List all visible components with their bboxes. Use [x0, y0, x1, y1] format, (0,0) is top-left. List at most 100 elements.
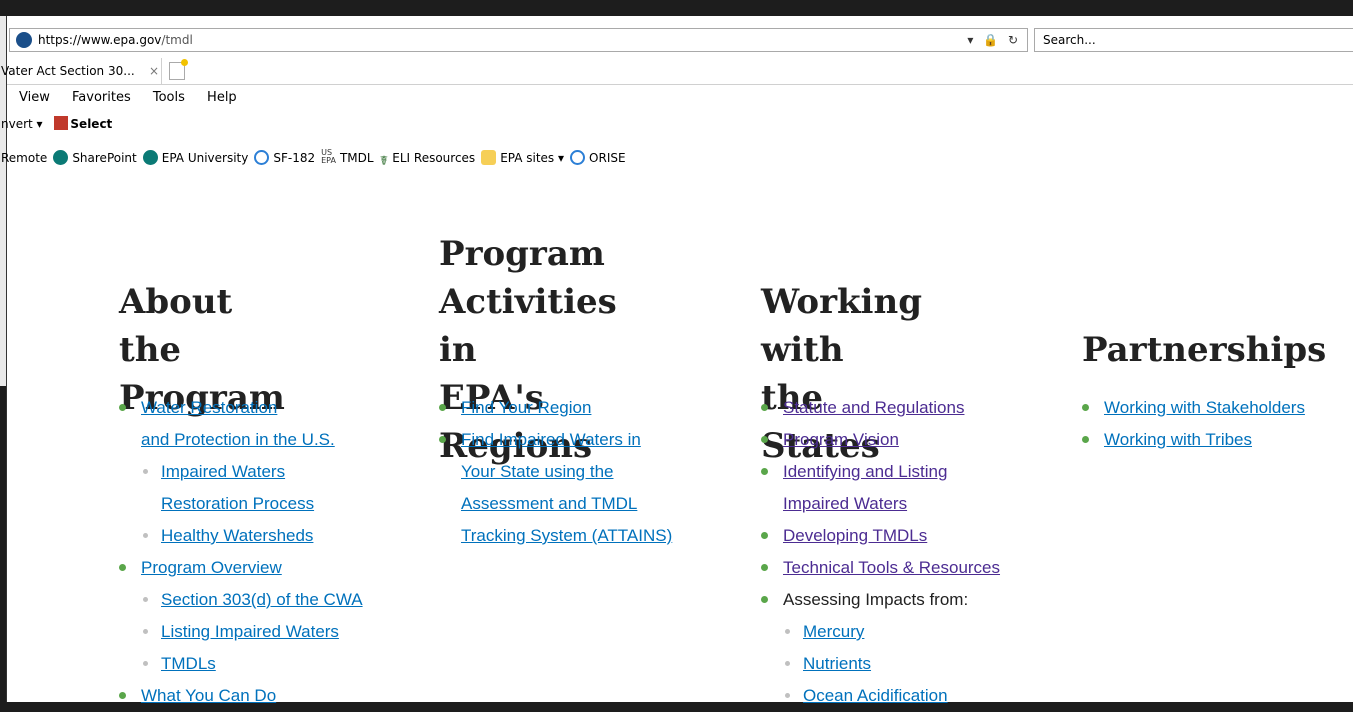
nav-link[interactable]: Water Restoration: [141, 398, 277, 417]
link-list: Find Your Region Find Impaired Waters in Y…: [439, 392, 672, 552]
select-button[interactable]: Select: [70, 117, 112, 131]
url-host: https://www.epa.gov: [38, 33, 162, 47]
nav-link[interactable]: Section 303(d) of the CWA: [161, 590, 363, 609]
heading-line: Partnerships: [1082, 330, 1327, 370]
menu-bar: View Favorites Tools Help: [7, 86, 243, 110]
address-row: https://www.epa.gov/tmdl ▾ 🔒 ↻ Search...: [7, 26, 1353, 56]
nav-link[interactable]: Find Impaired Waters in: [461, 430, 641, 449]
select-icon: [54, 116, 69, 130]
favorite-sharepoint[interactable]: SharePoint: [53, 146, 137, 170]
nav-link[interactable]: Working with Tribes: [1104, 430, 1252, 449]
tab-row: Vater Act Section 30... ×: [1, 58, 1353, 85]
tab-title: Vater Act Section 30...: [1, 64, 135, 78]
favorite-label: SharePoint: [72, 151, 137, 165]
nav-link[interactable]: Technical Tools & Resources: [783, 558, 1000, 577]
favorite-tmdl[interactable]: US EPA TMDL: [321, 146, 373, 170]
list-item: Listing Impaired Waters: [119, 616, 363, 648]
nav-link[interactable]: and Protection in the U.S.: [141, 430, 335, 449]
desktop-background: [0, 0, 1353, 16]
folder-icon: [481, 150, 497, 165]
nav-link[interactable]: Listing Impaired Waters: [161, 622, 339, 641]
list-item: Developing TMDLs: [761, 520, 1000, 552]
list-item: Find Your Region: [439, 392, 672, 424]
tab-active[interactable]: Vater Act Section 30... ×: [1, 58, 162, 84]
list-item: What You Can Do: [119, 680, 363, 712]
nav-link[interactable]: What You Can Do: [141, 686, 276, 705]
nav-link[interactable]: Working with Stakeholders: [1104, 398, 1305, 417]
close-icon[interactable]: ×: [149, 58, 159, 84]
nav-link[interactable]: Identifying and Listing: [783, 462, 947, 481]
nav-link[interactable]: Program Vision: [783, 430, 899, 449]
sharepoint-icon: [142, 150, 158, 165]
nav-link[interactable]: Mercury: [803, 622, 864, 641]
address-tools-icon[interactable]: ▾ 🔒 ↻: [967, 29, 1021, 51]
menu-help[interactable]: Help: [207, 90, 237, 105]
heading-line: Working with: [761, 282, 922, 370]
favorites-bar: Remote SharePoint EPA University SF-182 US EP…: [1, 146, 632, 170]
nav-link[interactable]: Ocean Acidification: [803, 686, 948, 705]
list-item: Assessing Impacts from:: [761, 584, 1000, 616]
list-item: Working with Stakeholders: [1082, 392, 1305, 424]
menu-tools[interactable]: Tools: [153, 90, 185, 105]
list-item: Tracking System (ATTAINS): [439, 520, 672, 552]
list-item: Ocean Acidification: [761, 680, 1000, 712]
list-item: Program Overview: [119, 552, 363, 584]
list-item: Nutrients: [761, 648, 1000, 680]
menu-favorites[interactable]: Favorites: [72, 90, 131, 105]
favorite-eli-resources[interactable]: ☤ ELI Resources: [380, 146, 476, 170]
favorite-label: Remote: [1, 151, 48, 165]
list-item: Identifying and Listing: [761, 456, 1000, 488]
favorite-label: EPA sites ▾: [500, 151, 565, 165]
nav-link[interactable]: Assessment and TMDL: [461, 494, 637, 513]
column-heading: Partnerships: [1082, 326, 1326, 374]
list-item: Program Vision: [761, 424, 1000, 456]
list-text: Assessing Impacts from:: [783, 590, 969, 609]
list-item: Statute and Regulations: [761, 392, 1000, 424]
favorite-label: ELI Resources: [392, 151, 476, 165]
list-item: Assessment and TMDL: [439, 488, 672, 520]
us-epa-icon: US EPA: [321, 148, 336, 165]
nav-link[interactable]: Find Your Region: [461, 398, 591, 417]
favorite-label: EPA University: [161, 151, 249, 165]
address-bar[interactable]: https://www.epa.gov/tmdl ▾ 🔒 ↻: [9, 28, 1028, 52]
new-tab-icon[interactable]: [169, 59, 188, 80]
list-item: Healthy Watersheds: [119, 520, 363, 552]
favorite-orise[interactable]: ORISE: [570, 146, 626, 170]
nav-link[interactable]: Impaired Waters: [161, 462, 285, 481]
nav-link[interactable]: Nutrients: [803, 654, 871, 673]
ie-icon: [570, 150, 586, 165]
link-list: Water Restoration and Protection in the U…: [119, 392, 363, 712]
nav-link[interactable]: Statute and Regulations: [783, 398, 964, 417]
favorite-epa-sites[interactable]: EPA sites ▾: [481, 146, 564, 170]
list-item: Working with Tribes: [1082, 424, 1305, 456]
nav-link[interactable]: Healthy Watersheds: [161, 526, 313, 545]
nav-link[interactable]: Developing TMDLs: [783, 526, 927, 545]
heading-line: Program: [439, 234, 605, 274]
convert-button[interactable]: nvert ▾: [1, 117, 43, 131]
favorite-remote[interactable]: Remote: [1, 146, 47, 170]
nav-link[interactable]: Your State using the: [461, 462, 614, 481]
link-list: Working with Stakeholders Working with Tr…: [1082, 392, 1305, 456]
nav-link[interactable]: TMDLs: [161, 654, 216, 673]
favorite-sf-182[interactable]: SF-182: [254, 146, 315, 170]
nav-link[interactable]: Restoration Process: [161, 494, 314, 513]
nav-link[interactable]: Program Overview: [141, 558, 282, 577]
list-item: Mercury: [761, 616, 1000, 648]
browser-window: https://www.epa.gov/tmdl ▾ 🔒 ↻ Search...…: [1, 16, 1353, 705]
ie-icon: [254, 150, 270, 165]
list-item: Water Restoration: [119, 392, 363, 424]
link-list: Statute and Regulations Program Vision Ide…: [761, 392, 1000, 712]
list-item: Technical Tools & Resources: [761, 552, 1000, 584]
favorite-label: SF-182: [273, 151, 316, 165]
list-item: Impaired Waters: [761, 488, 1000, 520]
menu-view[interactable]: View: [19, 90, 50, 105]
list-item: Your State using the: [439, 456, 672, 488]
favorite-epa-university[interactable]: EPA University: [142, 146, 249, 170]
page-content: About the Program Water Restoration and Pro…: [7, 192, 1353, 705]
url-text: https://www.epa.gov/tmdl: [38, 29, 193, 51]
list-item: Find Impaired Waters in: [439, 424, 672, 456]
search-input[interactable]: Search...: [1034, 28, 1353, 52]
nav-link[interactable]: Tracking System (ATTAINS): [461, 526, 672, 545]
nav-link[interactable]: Impaired Waters: [783, 494, 907, 513]
favorite-label: TMDL: [339, 151, 374, 165]
